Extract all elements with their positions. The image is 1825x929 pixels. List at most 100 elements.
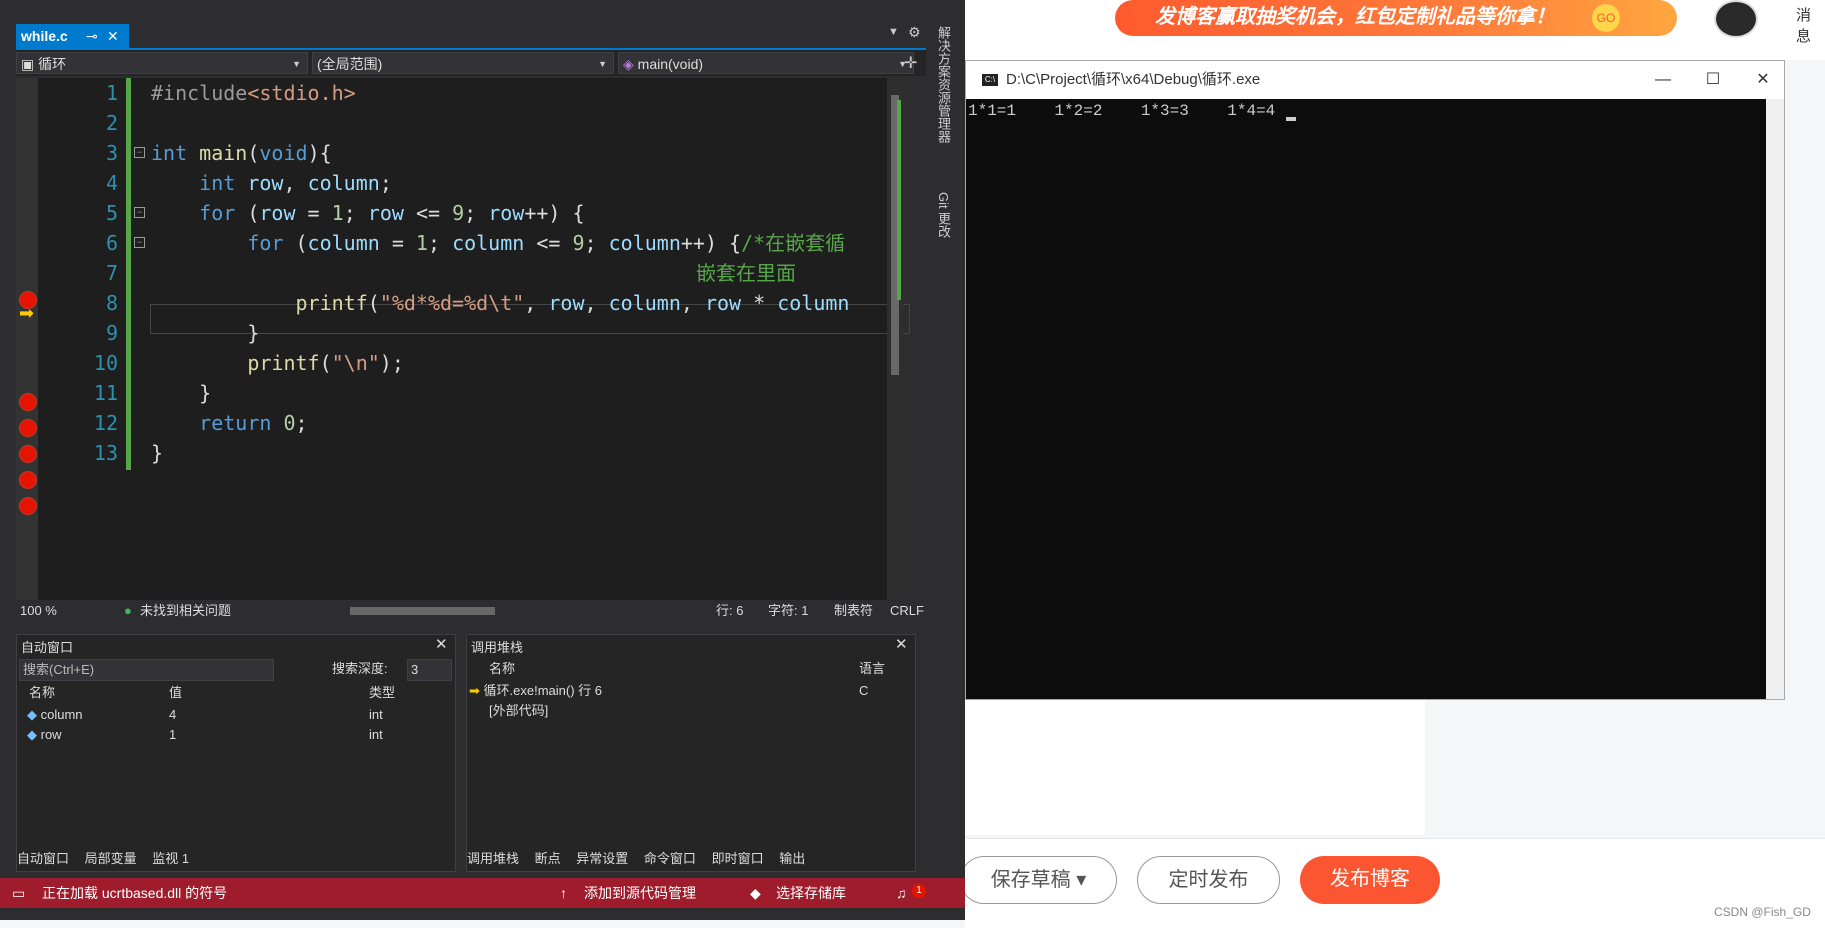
column-header-type[interactable]: 类型 xyxy=(369,683,395,703)
table-row[interactable]: ◆ row 1 int xyxy=(27,725,437,745)
select-repository-button[interactable]: 选择存储库 xyxy=(776,878,846,908)
code-comment: 嵌套在里面 xyxy=(696,261,796,285)
breakpoint-icon[interactable] xyxy=(19,393,37,411)
code-editor[interactable]: ➡ 1 2 3 4 5 6 7 8 9 10 11 12 13 − − − #i… xyxy=(16,78,910,600)
breakpoint-icon[interactable] xyxy=(19,419,37,437)
close-icon[interactable]: ✕ xyxy=(107,24,119,48)
gear-icon[interactable]: ⚙ xyxy=(908,24,921,41)
table-row[interactable]: [外部代码] xyxy=(489,701,889,721)
scope-dropdown[interactable]: (全局范围) ▼ xyxy=(312,52,614,74)
tab-autos[interactable]: 自动窗口 xyxy=(17,851,69,866)
variable-icon: ◆ xyxy=(27,707,37,722)
column-header-name[interactable]: 名称 xyxy=(489,659,515,679)
avatar[interactable] xyxy=(1714,0,1758,38)
function-dropdown[interactable]: ◈ main(void) ▼ xyxy=(618,52,914,74)
arrow-up-icon: ↑ xyxy=(560,885,567,901)
bell-icon[interactable]: ♫ xyxy=(896,878,907,908)
console-window[interactable]: C:\ D:\C\Project\循环\x64\Debug\循环.exe — ☐… xyxy=(965,60,1785,700)
side-tool-strip: 解决方案资源管理器 Git 更改 xyxy=(926,22,956,622)
line-number: 12 xyxy=(93,411,118,435)
console-output[interactable]: 1*1=1 1*2=2 1*3=3 1*4=4 xyxy=(966,99,1766,699)
console-scrollbar[interactable] xyxy=(1766,99,1784,699)
status-message: 正在加载 ucrtbased.dll 的符号 xyxy=(42,885,228,901)
frame-language: C xyxy=(859,683,869,698)
minimize-icon[interactable]: — xyxy=(1638,61,1688,99)
console-title-bar[interactable]: C:\ D:\C\Project\循环\x64\Debug\循环.exe — ☐… xyxy=(966,61,1784,99)
code-line: } xyxy=(151,441,164,465)
fold-toggle-icon[interactable]: − xyxy=(134,237,145,248)
var-value[interactable]: 4 xyxy=(169,705,176,725)
breakpoint-icon[interactable] xyxy=(19,445,37,463)
current-frame-arrow-icon: ➡ xyxy=(469,683,480,698)
line-number: 5 xyxy=(105,201,118,225)
column-header-value[interactable]: 值 xyxy=(169,683,182,703)
table-row[interactable]: ➡ 循环.exe!main() 行 6 C xyxy=(469,681,889,701)
close-icon[interactable]: ✕ xyxy=(435,635,448,653)
line-number: 8 xyxy=(105,291,118,315)
issues-status[interactable]: 未找到相关问题 xyxy=(140,600,231,622)
split-icon[interactable]: ✛ xyxy=(904,53,917,73)
chevron-down-icon[interactable]: ▼ xyxy=(888,26,899,38)
variable-icon: ◆ xyxy=(27,727,37,742)
add-source-control-button[interactable]: 添加到源代码管理 xyxy=(584,878,696,908)
visual-studio-window: while.c ⊸ ✕ ▼ ⚙ ▣ 循环 ▼ (全局范围) ▼ ◈ main(v… xyxy=(0,0,965,920)
search-input[interactable]: 搜索(Ctrl+E) xyxy=(19,659,274,681)
column-header-language[interactable]: 语言 xyxy=(859,659,885,679)
fold-toggle-icon[interactable]: − xyxy=(134,147,145,158)
var-name: column xyxy=(40,707,83,722)
breakpoint-icon[interactable] xyxy=(19,497,37,515)
code-line: #include<stdio.h> xyxy=(151,81,356,105)
timed-publish-button[interactable]: 定时发布 xyxy=(1137,856,1280,904)
breakpoint-icon[interactable] xyxy=(19,471,37,489)
project-dropdown[interactable]: ▣ 循环 ▼ xyxy=(16,52,308,74)
pin-icon[interactable]: ⊸ xyxy=(86,24,98,48)
tab-mode[interactable]: 制表符 xyxy=(834,600,873,622)
breakpoint-margin[interactable]: ➡ xyxy=(16,78,38,600)
code-line: int row, column; xyxy=(199,171,392,195)
close-icon[interactable]: ✕ xyxy=(1738,61,1788,99)
code-comment: /*在嵌套循 xyxy=(741,231,846,255)
tab-breakpoints[interactable]: 断点 xyxy=(535,851,561,866)
frame-name: 循环.exe!main() 行 6 xyxy=(483,683,603,698)
fold-toggle-icon[interactable]: − xyxy=(134,207,145,218)
code-line: int main(void){ xyxy=(151,141,332,165)
promo-text: 发博客赢取抽奖机会，红包定制礼品等你拿！ xyxy=(1155,6,1555,28)
save-draft-button[interactable]: 保存草稿 ▾ xyxy=(960,856,1117,904)
code-line: printf("%d*%d=%d\t", row, column, row * … xyxy=(295,291,850,315)
zoom-level[interactable]: 100 % xyxy=(20,600,57,622)
tab-call-stack[interactable]: 调用堆栈 xyxy=(467,851,519,866)
code-line: } xyxy=(151,321,260,345)
line-ending[interactable]: CRLF xyxy=(890,600,924,622)
close-icon[interactable]: ✕ xyxy=(895,635,908,653)
search-depth-select[interactable]: 3 xyxy=(407,659,452,681)
line-number: 11 xyxy=(93,381,118,405)
code-line: } xyxy=(151,381,212,405)
tab-immediate-window[interactable]: 即时窗口 xyxy=(712,851,764,866)
scrollbar-change-marker xyxy=(897,100,901,300)
solution-explorer-tab[interactable]: 解决方案资源管理器 xyxy=(934,26,953,143)
git-changes-tab[interactable]: Git 更改 xyxy=(934,192,953,238)
promo-go-button[interactable]: GO xyxy=(1592,4,1620,32)
horizontal-scrollbar-thumb[interactable] xyxy=(350,607,495,615)
table-row[interactable]: ◆ column 4 int xyxy=(27,705,437,725)
tab-while-c[interactable]: while.c ⊸ ✕ xyxy=(16,24,129,48)
tab-output[interactable]: 输出 xyxy=(779,851,805,866)
tab-command-window[interactable]: 命令窗口 xyxy=(644,851,696,866)
tab-exception-settings[interactable]: 异常设置 xyxy=(576,851,628,866)
line-number: 4 xyxy=(105,171,118,195)
maximize-icon[interactable]: ☐ xyxy=(1688,61,1738,99)
tab-watch-1[interactable]: 监视 1 xyxy=(152,851,189,866)
var-value[interactable]: 1 xyxy=(169,725,176,745)
code-line: for (column = 1; column <= 9; column++) … xyxy=(247,231,846,255)
tab-locals[interactable]: 局部变量 xyxy=(85,851,137,866)
notification-badge: 1 xyxy=(912,884,926,898)
publish-blog-button[interactable]: 发布博客 xyxy=(1300,856,1440,904)
project-icon: ▣ xyxy=(21,56,35,72)
column-header-name[interactable]: 名称 xyxy=(29,683,55,703)
line-number: 10 xyxy=(93,351,118,375)
check-icon: ● xyxy=(124,603,132,618)
messages-link[interactable]: 消息 xyxy=(1796,4,1825,46)
line-number: 2 xyxy=(105,111,118,135)
frame-name: [外部代码] xyxy=(489,703,549,718)
cube-icon: ◈ xyxy=(623,56,634,72)
